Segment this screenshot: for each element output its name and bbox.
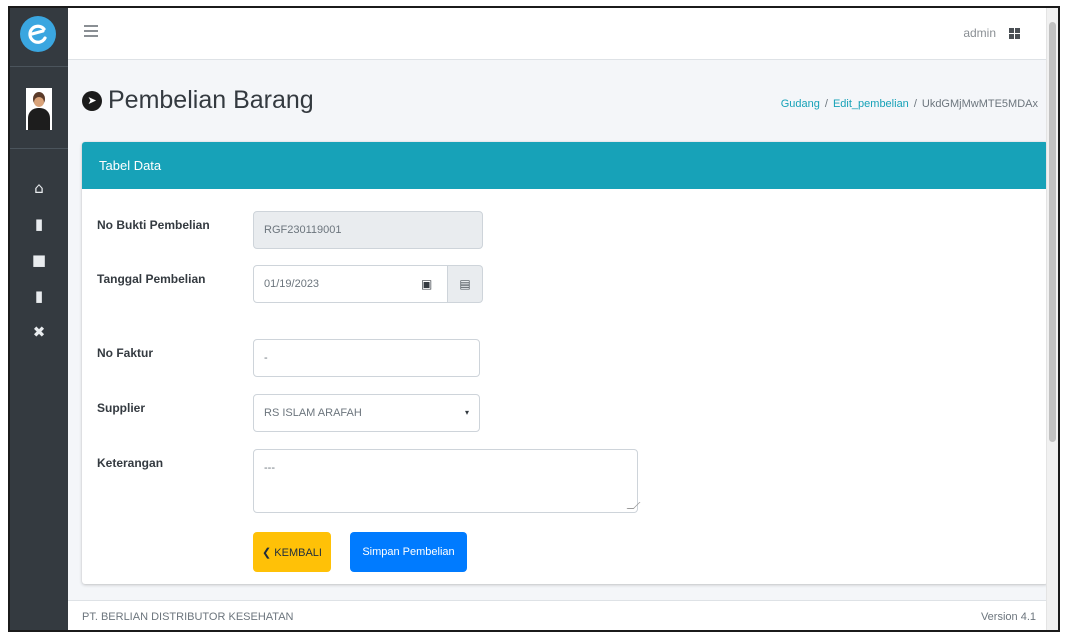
page-title-text: Pembelian Barang	[108, 86, 314, 114]
breadcrumb-gudang[interactable]: Gudang	[781, 98, 820, 110]
card-header: Tabel Data	[82, 142, 1048, 189]
tools-icon[interactable]: ✖	[29, 322, 49, 342]
footer-company: PT. BERLIAN DISTRIBUTOR KESEHATAN	[82, 611, 294, 623]
top-navbar: admin	[68, 8, 1058, 60]
footer-version: Version 4.1	[980, 611, 1036, 623]
breadcrumb: Gudang / Edit_pembelian / UkdGMjMwMTE5MDAx	[780, 98, 1038, 110]
no-faktur-input[interactable]: -	[253, 339, 480, 377]
scrollbar[interactable]	[1046, 8, 1058, 630]
user-menu[interactable]: admin	[963, 26, 996, 40]
no-bukti-label: No Bukti Pembelian	[97, 218, 210, 232]
tanggal-label: Tanggal Pembelian	[97, 272, 206, 286]
supplier-select[interactable]: RS ISLAM ARAFAH	[253, 394, 480, 432]
folder-icon[interactable]: ■	[29, 250, 49, 270]
footer: PT. BERLIAN DISTRIBUTOR KESEHATAN Versio…	[68, 600, 1046, 630]
app-window: ⌂ ▮ ■ ▮ ✖ admin ➤ Pembelian Barang Gudan…	[8, 6, 1060, 632]
breadcrumb-edit-pembelian[interactable]: Edit_pembelian	[833, 98, 909, 110]
grid-icon[interactable]	[1009, 28, 1020, 39]
calculator-icon[interactable]: ▮	[29, 286, 49, 306]
scrollbar-thumb[interactable]	[1049, 22, 1056, 442]
tanggal-input[interactable]: 01/19/2023	[253, 265, 448, 303]
sidebar: ⌂ ▮ ■ ▮ ✖	[10, 8, 68, 630]
chevron-down-icon: ▾	[465, 408, 470, 417]
no-faktur-label: No Faktur	[97, 346, 154, 360]
keterangan-textarea[interactable]: ---	[253, 449, 638, 513]
arrow-circle-right-icon: ➤	[82, 90, 102, 111]
book-icon[interactable]: ▮	[29, 214, 49, 234]
form-card: Tabel Data No Bukti Pembelian RGF2301190…	[82, 142, 1048, 584]
simpan-pembelian-button[interactable]: Simpan Pembelian	[350, 532, 467, 572]
breadcrumb-current: UkdGMjMwMTE5MDAx	[921, 98, 1038, 110]
page-title: ➤ Pembelian Barang	[82, 86, 314, 115]
hamburger-icon[interactable]	[84, 25, 98, 37]
sidebar-divider	[10, 66, 68, 67]
avatar[interactable]	[26, 88, 52, 130]
kembali-button[interactable]: ❮ KEMBALI	[253, 532, 331, 572]
sidebar-divider	[10, 148, 68, 149]
calendar-icon[interactable]: ▤	[448, 265, 483, 303]
supplier-label: Supplier	[97, 401, 146, 415]
keterangan-label: Keterangan	[97, 456, 164, 470]
brand-e-icon[interactable]	[20, 16, 56, 52]
date-picker-icon[interactable]: ▣	[421, 277, 432, 291]
no-bukti-input[interactable]: RGF230119001	[253, 211, 483, 249]
home-icon[interactable]: ⌂	[29, 178, 49, 198]
